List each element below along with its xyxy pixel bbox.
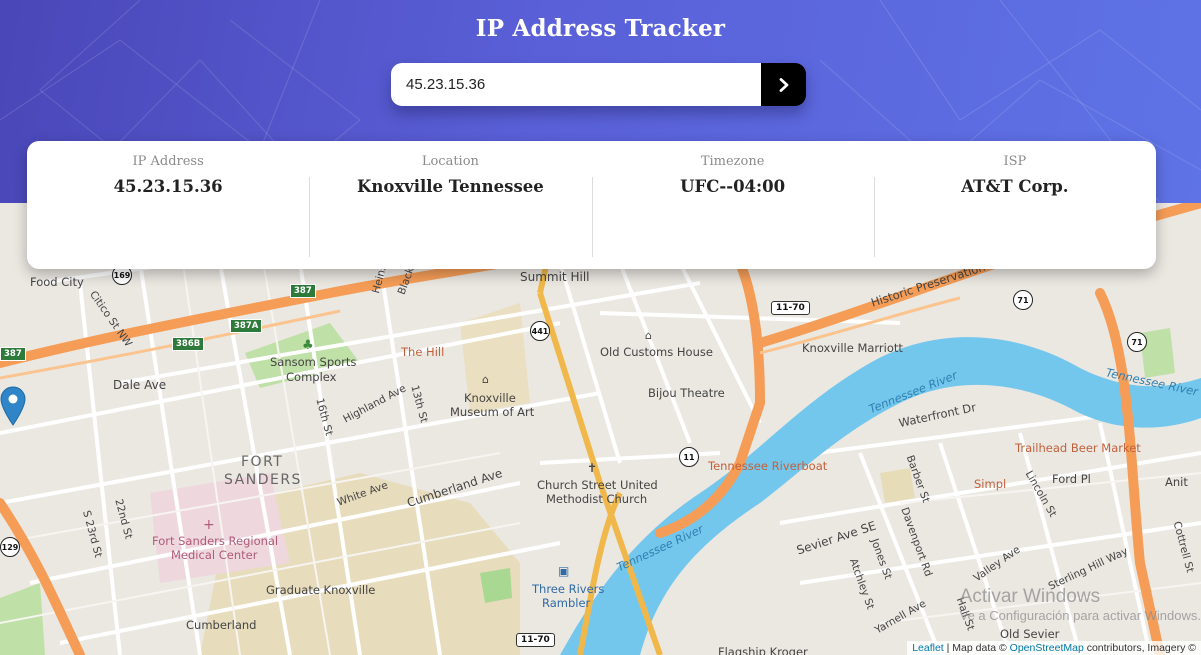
attribution-text: contributors, Imagery © xyxy=(1083,642,1196,654)
map-label: Tennessee Riverboat xyxy=(708,459,828,473)
transit-icon: ▣ xyxy=(558,564,570,578)
info-ip-address: IP Address 45.23.15.36 xyxy=(27,141,309,269)
church-icon: ✝ xyxy=(587,461,598,475)
map-label: SANDERS xyxy=(224,472,302,488)
route-shield: 129 xyxy=(0,537,20,557)
info-value: UFC--04:00 xyxy=(680,177,786,196)
map-label: Knoxville xyxy=(464,391,516,405)
route-shield: 387 xyxy=(290,284,316,298)
ip-info-card: IP Address 45.23.15.36 Location Knoxvill… xyxy=(27,141,1156,269)
route-shield: 71 xyxy=(1013,290,1033,310)
map-label: Graduate Knoxville xyxy=(266,583,376,597)
search-submit-button[interactable] xyxy=(761,63,806,106)
info-label: ISP xyxy=(1003,154,1027,169)
park-icon: ♣ xyxy=(302,338,314,353)
info-label: Location xyxy=(421,154,479,169)
map-attribution: Leaflet | Map data © OpenStreetMap contr… xyxy=(907,641,1201,655)
info-label: IP Address xyxy=(132,154,204,169)
map-label: Ford Pl xyxy=(1052,472,1091,486)
map-label: Simpl xyxy=(974,477,1007,491)
info-label: Timezone xyxy=(700,154,765,169)
map-label: Medical Center xyxy=(171,548,258,562)
osm-link[interactable]: OpenStreetMap xyxy=(1010,642,1084,654)
map-label: FORT xyxy=(241,454,284,470)
route-shield: 71 xyxy=(1127,332,1147,352)
watermark-line: Ve a Configuración para activar Windows. xyxy=(959,608,1201,623)
location-pin-icon[interactable] xyxy=(0,386,26,426)
search-bar xyxy=(391,63,806,106)
map-label: Bijou Theatre xyxy=(648,386,725,400)
map-label: Food City xyxy=(30,275,84,289)
route-shield: 387 xyxy=(0,347,26,361)
map-label: Rambler xyxy=(542,596,591,610)
map-label: Anit xyxy=(1165,475,1188,489)
route-shield: 441 xyxy=(530,321,550,341)
route-shield: 11 xyxy=(679,447,699,467)
chevron-right-icon xyxy=(779,77,788,92)
info-value: 45.23.15.36 xyxy=(113,177,223,196)
route-shield: 387A xyxy=(230,319,263,333)
map-label: Three Rivers xyxy=(532,582,605,596)
map-label: Sansom Sports xyxy=(270,355,357,369)
map-label: Methodist Church xyxy=(546,492,648,506)
map-label: Cumberland xyxy=(186,618,257,632)
watermark-line: Activar Windows xyxy=(959,586,1101,607)
map-label: Museum of Art xyxy=(450,405,535,419)
info-location: Location Knoxville Tennessee xyxy=(309,141,591,269)
map-label: Church Street United xyxy=(537,478,658,492)
map-label: The Hill xyxy=(401,345,445,359)
info-timezone: Timezone UFC--04:00 xyxy=(591,141,874,269)
info-isp: ISP AT&T Corp. xyxy=(873,141,1156,269)
page-title: IP Address Tracker xyxy=(475,15,726,42)
route-shield: 386B xyxy=(172,337,205,351)
map-label: Flagship Kroger xyxy=(718,645,808,655)
map-label: Dale Ave xyxy=(113,378,167,392)
info-value: Knoxville Tennessee xyxy=(356,177,544,196)
map-label: Summit Hill xyxy=(520,270,590,284)
map-label: Fort Sanders Regional xyxy=(152,534,279,548)
map-label: Knoxville Marriott xyxy=(802,341,903,355)
map-label: Complex xyxy=(286,370,337,384)
route-shield: 11-70 xyxy=(771,301,810,315)
landmark-icon: ⌂ xyxy=(645,329,652,342)
map-label: Trailhead Beer Market xyxy=(1015,441,1141,455)
attribution-text: | Map data © xyxy=(943,642,1010,654)
map-label: Old Sevier xyxy=(1000,627,1060,641)
hospital-icon: + xyxy=(203,517,215,533)
info-value: AT&T Corp. xyxy=(961,177,1069,196)
ip-search-input[interactable] xyxy=(391,63,761,106)
leaflet-link[interactable]: Leaflet xyxy=(912,642,944,654)
os-watermark: Activar Windows Ve a Configuración para … xyxy=(960,586,1201,623)
route-shield: 11-70 xyxy=(516,633,555,647)
map-view[interactable]: Food City Summit Hill Historic Preservat… xyxy=(0,203,1201,655)
museum-icon: ⌂ xyxy=(482,373,489,386)
map-label: Old Customs House xyxy=(600,345,713,359)
